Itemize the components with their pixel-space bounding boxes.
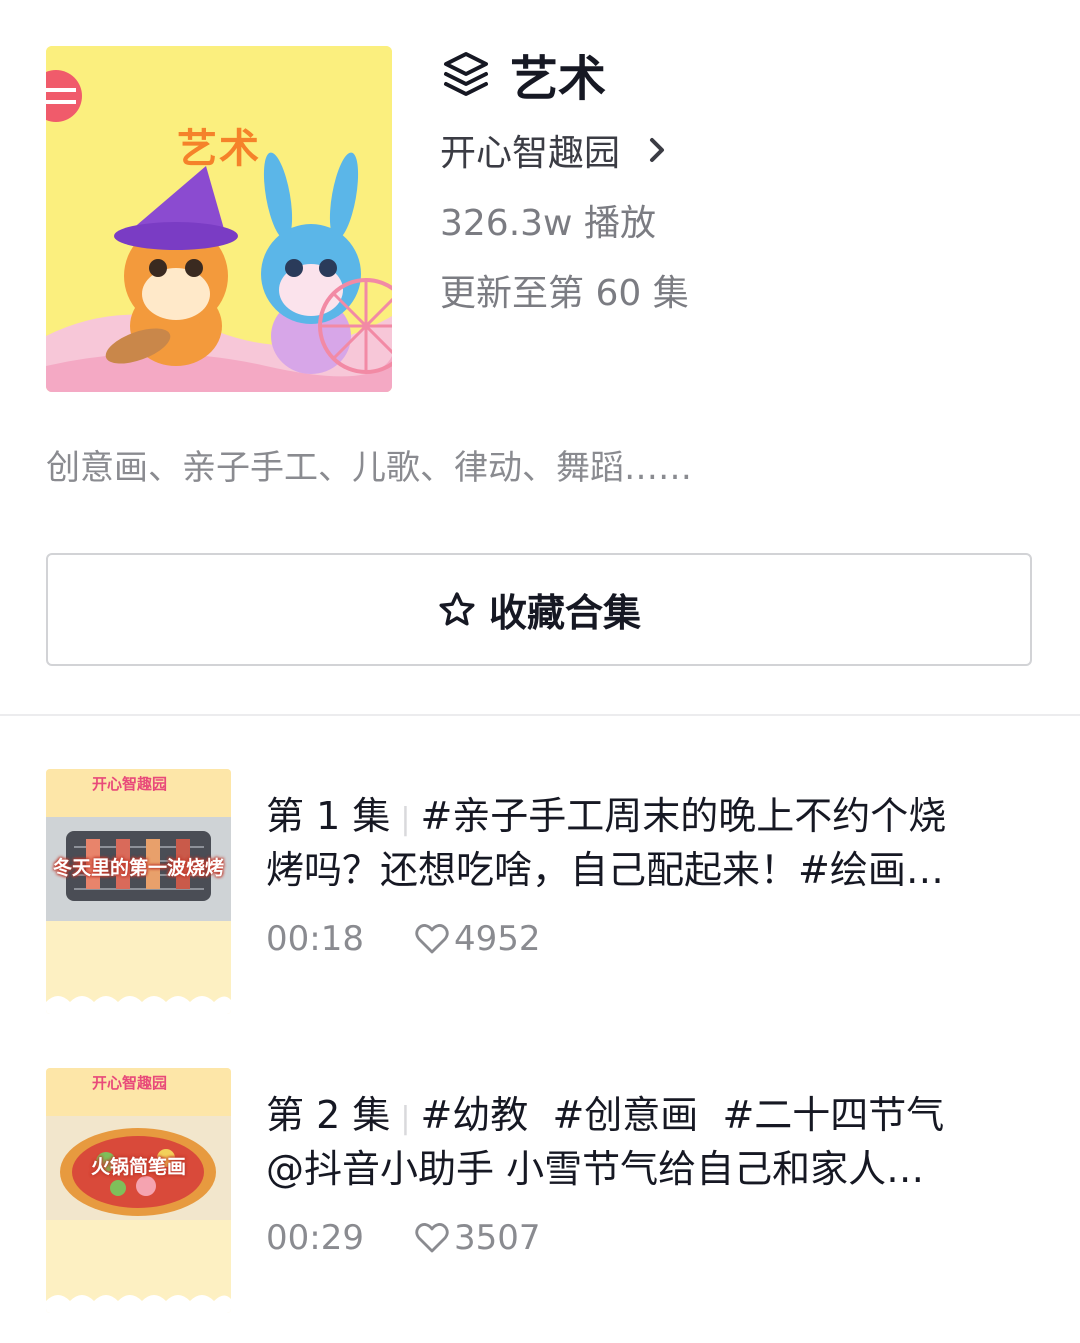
episode-number: 第 1 集: [266, 794, 391, 838]
cover-illustration: [46, 46, 392, 392]
collection-cover[interactable]: 艺术: [46, 46, 392, 392]
layers-icon: [444, 52, 488, 96]
section-divider: [0, 714, 1080, 716]
update-status: 更新至第 60 集: [440, 273, 689, 314]
creator-link[interactable]: 开心智趣园: [440, 124, 672, 176]
episode-thumbnail[interactable]: 开心智趣园 火锅简笔画: [46, 1068, 231, 1313]
heart-outline-icon: [415, 924, 449, 954]
creator-name[interactable]: 开心智趣园: [440, 124, 620, 176]
collection-title: 艺术: [510, 51, 607, 107]
episode-meta: 00:18 4952: [266, 919, 541, 959]
episode-title-line-2: @抖音小助手 小雪节气给自己和家人…: [266, 1147, 925, 1191]
episode-duration: 00:18: [266, 919, 364, 959]
collection-title-row: 艺术: [440, 44, 606, 107]
thumbnail-brand: 开心智趣园: [92, 1074, 168, 1092]
cover-title-text: 艺术: [177, 126, 261, 172]
thumbnail-caption: 火锅简笔画: [90, 1156, 186, 1178]
star-outline-icon: [439, 591, 475, 625]
episode-number: 第 2 集: [266, 1093, 391, 1137]
favorite-collection-label: 收藏合集: [488, 591, 641, 635]
episode-title-line-1: #亲子手工周末的晚上不约个烧: [420, 794, 947, 838]
play-count: 326.3w 播放: [440, 203, 656, 244]
thumbnail-brand: 开心智趣园: [92, 775, 168, 793]
episode-title-line-2: 烤吗？还想吃啥，自己配起来！#绘画…: [266, 848, 944, 892]
favorite-collection-button[interactable]: 收藏合集: [46, 553, 1032, 666]
title-separator: |: [400, 1101, 411, 1136]
episode-title[interactable]: 第 2 集 | #幼教 #创意画 #二十四节气 @抖音小助手 小雪节气给自己和家人…: [266, 1090, 1036, 1195]
thumbnail-caption: 冬天里的第一波烧烤: [52, 857, 224, 879]
episode-likes: 4952: [453, 919, 541, 959]
heart-outline-icon: [415, 1223, 449, 1253]
episode-likes: 3507: [453, 1218, 541, 1258]
episode-duration: 00:29: [266, 1218, 364, 1258]
title-separator: |: [400, 802, 411, 837]
collection-description: 创意画、亲子手工、儿歌、律动、舞蹈……: [46, 448, 692, 488]
thumbnail-scallop-edge: [46, 996, 231, 1014]
chevron-right-icon[interactable]: [642, 135, 672, 165]
episode-item[interactable]: 开心智趣园 冬天里的第一波烧烤 第 1 集 | #亲子手工周末的晚上不约个烧 烤吗？…: [46, 769, 1046, 1014]
episode-title-line-1: #幼教 #创意画 #二十四节气: [420, 1093, 945, 1137]
episode-thumbnail[interactable]: 开心智趣园 冬天里的第一波烧烤: [46, 769, 231, 1014]
episode-title[interactable]: 第 1 集 | #亲子手工周末的晚上不约个烧 烤吗？还想吃啥，自己配起来！#绘画…: [266, 791, 1036, 896]
episode-item[interactable]: 开心智趣园 火锅简笔画 第 2 集 | #幼教 #创意画 #二十四节气 @抖音小助手…: [46, 1068, 1046, 1313]
episode-meta: 00:29 3507: [266, 1218, 541, 1258]
thumbnail-scallop-edge: [46, 1295, 231, 1313]
